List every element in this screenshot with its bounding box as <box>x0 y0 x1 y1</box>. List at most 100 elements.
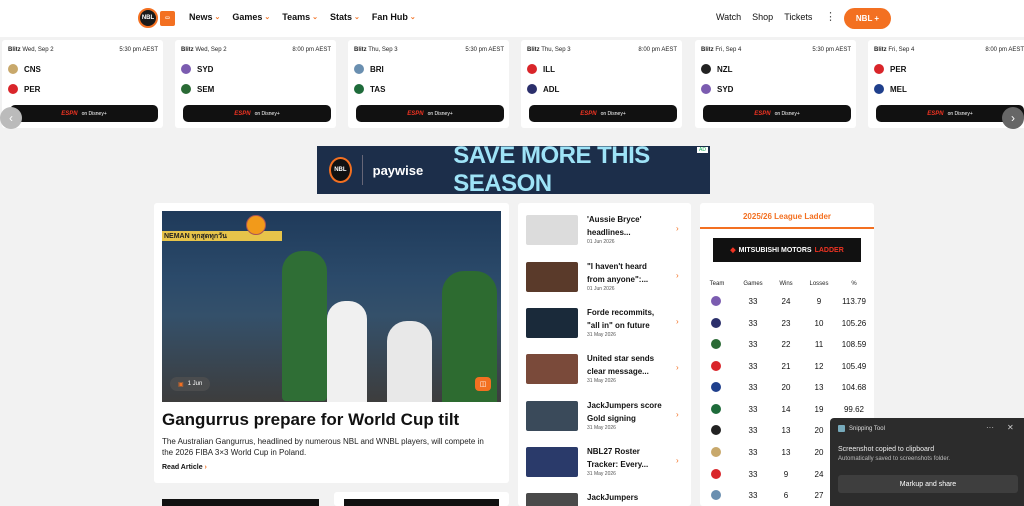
divider <box>361 155 363 185</box>
player-figure <box>282 251 327 401</box>
game-card[interactable]: Blitz Wed, Sep 2 5:30 pm AEST CNS PER ESP… <box>2 40 163 128</box>
article-card[interactable] <box>334 492 509 506</box>
news-thumbnail <box>526 308 578 338</box>
team-logo-icon <box>711 361 721 371</box>
mitsubishi-logo-icon: ◆ <box>730 247 736 254</box>
snipping-tool-icon <box>838 425 845 432</box>
news-item[interactable]: 'Aussie Bryce' headlines... 01 Jun 2026 … <box>526 213 686 253</box>
nbl-logo[interactable]: NBL ▭ <box>138 7 176 29</box>
broadcast-button[interactable]: ESPN on Disney+ <box>10 105 158 122</box>
team-logo-icon <box>874 64 884 74</box>
team-logo-icon <box>874 84 884 94</box>
gallery-icon[interactable]: ◫ <box>475 377 491 391</box>
chevron-right-icon: › <box>676 224 679 233</box>
more-options-icon[interactable]: ··· <box>986 423 994 432</box>
date-badge: ▣ 1 Jun <box>170 377 211 391</box>
team-logo-icon <box>711 404 721 414</box>
news-item[interactable]: JackJumpers <box>526 491 686 506</box>
team-logo-icon <box>181 84 191 94</box>
chevron-right-icon: › <box>676 456 679 465</box>
news-thumbnail <box>526 447 578 477</box>
chevron-down-icon: ⌄ <box>354 14 360 21</box>
banner-headline: SAVE MORE THIS SEASON <box>453 146 650 194</box>
espn-logo: ESPN <box>234 110 251 117</box>
news-list: 'Aussie Bryce' headlines... 01 Jun 2026 … <box>518 203 691 506</box>
markup-and-share-button[interactable]: Markup and share <box>838 475 1018 493</box>
ladder-row[interactable]: 33 21 12 105.49 <box>700 361 874 382</box>
game-card[interactable]: Blitz Fri, Sep 4 5:30 pm AEST NZL SYD ESP… <box>695 40 856 128</box>
team-logo-icon <box>711 339 721 349</box>
feature-title[interactable]: Gangurrus prepare for World Cup tilt <box>162 410 502 430</box>
news-thumbnail <box>526 401 578 431</box>
player-figure <box>387 321 432 402</box>
main-menu: News ⌄ Games ⌄ Teams ⌄ Stats ⌄ Fan Hub ⌄ <box>189 12 416 22</box>
ad-banner[interactable]: NBL paywise SAVE MORE THIS SEASON AD <box>317 146 710 194</box>
toast-subtext: Automatically saved to screenshots folde… <box>838 456 951 462</box>
nbl-plus-button[interactable]: NBL + <box>844 8 891 29</box>
disney-plus-logo: on Disney+ <box>774 110 800 117</box>
espn-logo: ESPN <box>927 110 944 117</box>
ladder-row[interactable]: 33 20 13 104.68 <box>700 382 874 403</box>
news-item[interactable]: NBL27 Roster Tracker: Every... 31 May 20… <box>526 445 686 485</box>
menu-news[interactable]: News ⌄ <box>189 12 220 22</box>
disney-plus-logo: on Disney+ <box>254 110 280 117</box>
close-icon[interactable]: ✕ <box>1007 423 1014 432</box>
secondary-nav: Watch Shop Tickets <box>716 12 812 22</box>
scroll-left-icon[interactable]: ‹ <box>0 107 22 129</box>
team-logo-icon <box>701 84 711 94</box>
ladder-row[interactable]: 33 23 10 105.26 <box>700 318 874 339</box>
arena-sign: NEMAN ทุกสุดทุกวัน <box>162 231 282 241</box>
team-logo-icon <box>527 84 537 94</box>
news-item[interactable]: Forde recommits, "all in" on future 31 M… <box>526 306 686 346</box>
broadcast-button[interactable]: ESPN on Disney+ <box>703 105 851 122</box>
feature-image: NEMAN ทุกสุดทุกวัน ▣ 1 Jun ◫ <box>162 211 501 402</box>
article-card-image[interactable] <box>162 499 319 506</box>
sponsor-banner[interactable]: ◆ MITSUBISHI MOTORS LADDER <box>713 238 861 262</box>
menu-stats[interactable]: Stats ⌄ <box>330 12 360 22</box>
menu-fan-hub[interactable]: Fan Hub ⌄ <box>372 12 416 22</box>
chevron-down-icon: ⌄ <box>312 14 319 21</box>
disney-plus-logo: on Disney+ <box>947 110 973 117</box>
news-item[interactable]: JackJumpers score Gold signing 31 May 20… <box>526 399 686 439</box>
more-icon[interactable]: ⋮ <box>825 10 836 23</box>
basketball-icon <box>246 215 266 235</box>
team-logo-icon <box>711 469 721 479</box>
ad-choices-icon[interactable]: AD <box>697 147 708 153</box>
ladder-row[interactable]: 33 22 11 108.59 <box>700 339 874 360</box>
game-card[interactable]: Blitz Thu, Sep 3 8:00 pm AEST ILL ADL ESP… <box>521 40 682 128</box>
game-card[interactable]: Blitz Fri, Sep 4 8:00 pm AEST PER MEL ESP… <box>868 40 1024 128</box>
broadcast-button[interactable]: ESPN on Disney+ <box>183 105 331 122</box>
broadcast-button[interactable]: ESPN on Disney+ <box>529 105 677 122</box>
read-article-link[interactable]: Read Article › <box>162 464 207 471</box>
game-card[interactable]: Blitz Wed, Sep 2 8:00 pm AEST SYD SEM ESP… <box>175 40 336 128</box>
watch-link[interactable]: Watch <box>716 12 741 22</box>
ladder-row[interactable]: 33 24 9 113.79 <box>700 296 874 317</box>
news-item[interactable]: "I haven't heard from anyone":... 01 Jun… <box>526 260 686 300</box>
nbl-logo-badge: NBL <box>138 8 158 28</box>
chevron-down-icon: ⌄ <box>409 14 416 21</box>
team-logo-icon <box>711 425 721 435</box>
player-figure <box>327 301 367 402</box>
chevron-right-icon: › <box>676 363 679 372</box>
tickets-link[interactable]: Tickets <box>784 12 812 22</box>
chevron-right-icon: › <box>204 464 207 471</box>
feature-description: The Australian Gangurrus, headlined by n… <box>162 437 484 457</box>
team-logo-icon <box>354 84 364 94</box>
espn-logo: ESPN <box>754 110 771 117</box>
tv-icon: ▭ <box>160 10 175 26</box>
news-thumbnail <box>526 215 578 245</box>
team-logo-icon <box>711 318 721 328</box>
ladder-title[interactable]: 2025/26 League Ladder <box>700 212 874 221</box>
menu-teams[interactable]: Teams ⌄ <box>282 12 318 22</box>
team-logo-icon <box>354 64 364 74</box>
feature-article[interactable]: NEMAN ทุกสุดทุกวัน ▣ 1 Jun ◫ Gangurrus pr… <box>154 203 509 483</box>
team-logo-icon <box>701 64 711 74</box>
snipping-tool-toast: Snipping Tool ··· ✕ Screenshot copied to… <box>830 418 1024 506</box>
team-logo-icon <box>8 64 18 74</box>
menu-games[interactable]: Games ⌄ <box>232 12 270 22</box>
news-item[interactable]: United star sends clear message... 31 Ma… <box>526 352 686 392</box>
broadcast-button[interactable]: ESPN on Disney+ <box>356 105 504 122</box>
scroll-right-icon[interactable]: › <box>1002 107 1024 129</box>
shop-link[interactable]: Shop <box>752 12 773 22</box>
game-card[interactable]: Blitz Thu, Sep 3 5:30 pm AEST BRI TAS ESP… <box>348 40 509 128</box>
